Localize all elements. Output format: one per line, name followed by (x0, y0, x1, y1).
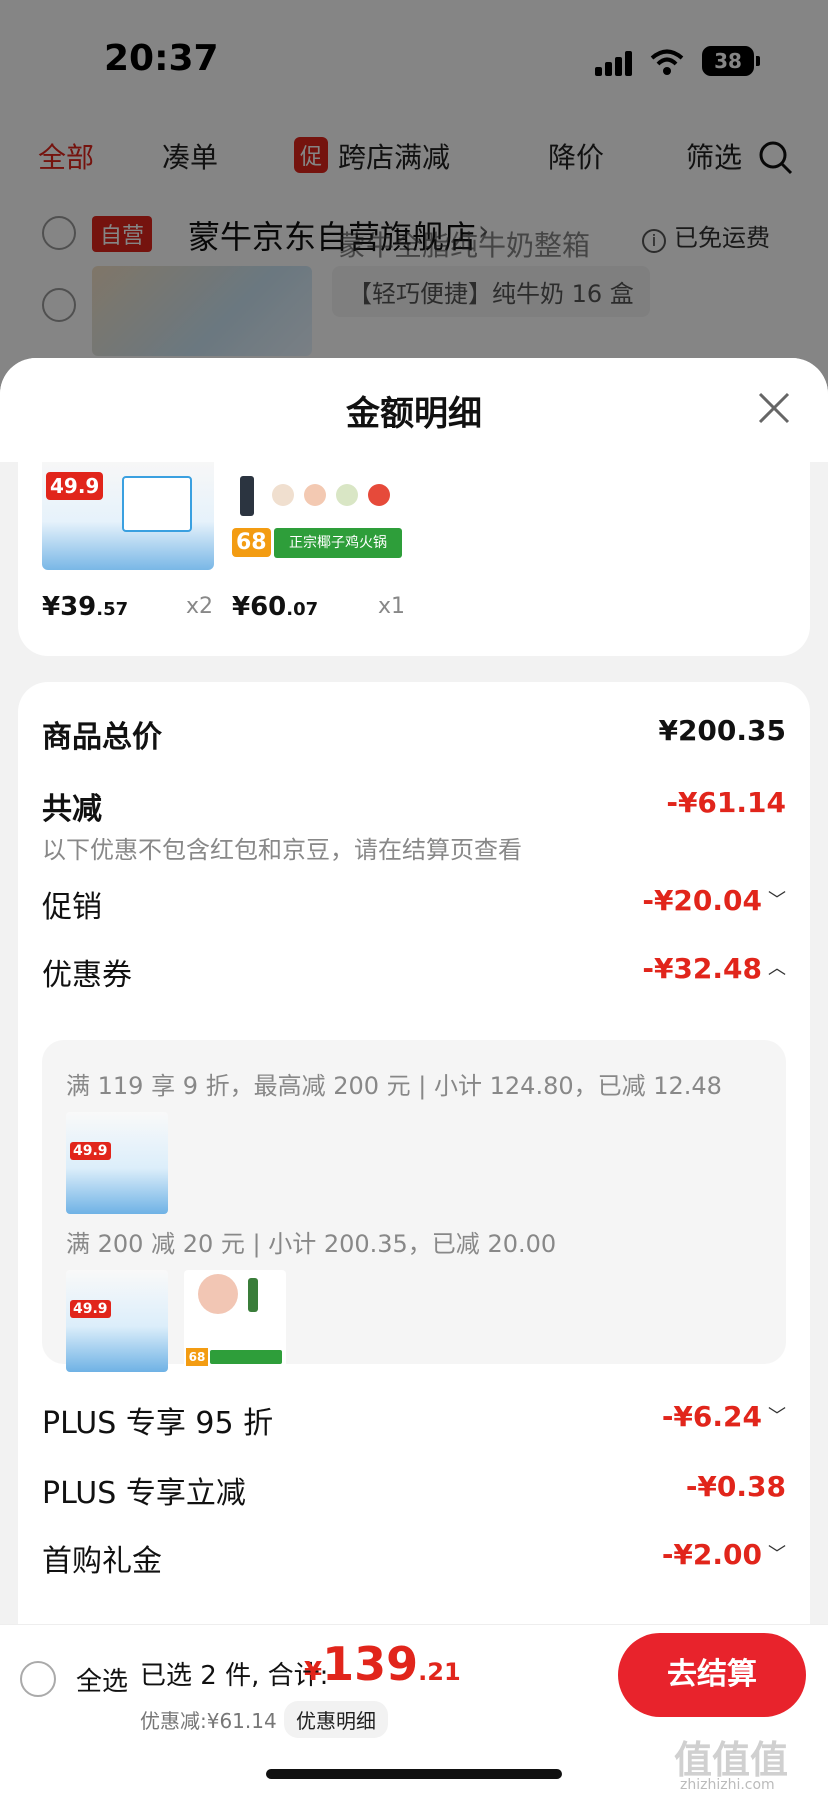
mini-banner (210, 1350, 282, 1364)
mini-price-tag: 49.9 (70, 1142, 111, 1160)
total-int: 139 (322, 1637, 419, 1691)
plus-instant-value: -¥0.38 (685, 1470, 786, 1503)
coupon-detail-box: 满 119 享 9 折，最高减 200 元 | 小计 124.80，已减 12.… (42, 1040, 786, 1372)
sheet-title: 金额明细 (346, 394, 482, 434)
plus-instant-label: PLUS 专享立减 (42, 1476, 246, 1511)
selected-summary: 已选 2 件, 合计: (140, 1661, 329, 1691)
product-image-milk: 49.9 (42, 462, 214, 570)
coupon-product-image: 68 (184, 1270, 286, 1372)
plus-discount-value: -¥6.24 (661, 1400, 762, 1433)
home-indicator[interactable] (266, 1769, 562, 1779)
product-price: ¥60.07 (232, 592, 318, 622)
ingredient-graphic (304, 484, 326, 506)
close-icon[interactable] (756, 390, 792, 426)
coupon-rule: 满 119 享 9 折，最高减 200 元 | 小计 124.80，已减 12.… (66, 1072, 722, 1100)
ingredient-graphic (368, 484, 390, 506)
amount-detail-sheet: 金额明细 49.9 68 正宗椰子鸡火锅 ¥39.57 x2 ¥60.07 x1 (0, 358, 828, 1796)
watermark-url: zhizhizhi.com (680, 1777, 775, 1793)
price-int: ¥39 (42, 592, 97, 622)
select-all-radio[interactable] (20, 1661, 56, 1697)
select-all-label[interactable]: 全选 (76, 1661, 128, 1698)
plus-discount-row-value[interactable]: -¥6.24 ﹀ (662, 1400, 786, 1433)
product-banner: 正宗椰子鸡火锅 (274, 528, 402, 558)
milk-box-graphic (122, 476, 192, 532)
discount-detail-button[interactable]: 优惠明细 (284, 1701, 388, 1738)
dim-overlay[interactable] (0, 0, 828, 420)
reduction-note: 以下优惠不包含红包和京豆，请在结算页查看 (42, 836, 522, 864)
chevron-down-icon[interactable]: ﹀ (768, 1544, 786, 1565)
coupon-product-image: 49.9 (66, 1112, 168, 1214)
chevron-up-icon[interactable]: ︿ (768, 958, 786, 979)
first-gift-label: 首购礼金 (42, 1544, 162, 1579)
product-qty: x1 (378, 594, 406, 619)
price-tag: 49.9 (46, 472, 104, 500)
chevron-down-icon[interactable]: ﹀ (768, 1406, 786, 1427)
products-card: 49.9 68 正宗椰子鸡火锅 ¥39.57 x2 ¥60.07 x1 (18, 462, 810, 656)
chevron-down-icon[interactable]: ﹀ (768, 890, 786, 911)
product-image-hotpot: 68 正宗椰子鸡火锅 (232, 462, 404, 570)
coupon-value: -¥32.48 (642, 952, 762, 985)
reduction-value: -¥61.14 (666, 786, 786, 819)
promo-value: -¥20.04 (642, 884, 762, 917)
coupon-row-value[interactable]: -¥32.48 ︿ (642, 952, 786, 985)
plus-discount-label: PLUS 专享 95 折 (42, 1406, 274, 1441)
promo-label: 促销 (42, 890, 102, 925)
ingredient-graphic (336, 484, 358, 506)
bottle-graphic (248, 1278, 258, 1312)
coupon-rule: 满 200 减 20 元 | 小计 200.35，已减 20.00 (66, 1230, 557, 1258)
first-gift-row-value[interactable]: -¥2.00 ﹀ (662, 1538, 786, 1571)
mini-price-tag: 68 (186, 1348, 208, 1366)
checkout-bar: 全选 已选 2 件, 合计: ¥139.21 优惠减:¥61.14 优惠明细 去… (0, 1624, 828, 1796)
sauce-bottle-graphic (240, 476, 254, 516)
price-tag: 68 (232, 528, 271, 557)
discount-summary: 优惠减:¥61.14 (140, 1709, 277, 1733)
coupon-product-image: 49.9 (66, 1270, 168, 1372)
total-amount: ¥139.21 (304, 1637, 461, 1691)
product-price: ¥39.57 (42, 592, 128, 622)
total-label: 商品总价 (42, 720, 162, 755)
mini-price-tag: 49.9 (70, 1300, 111, 1318)
watermark-logo: 值值值 (674, 1738, 789, 1782)
price-dec: .57 (96, 599, 129, 620)
coupon-label: 优惠券 (42, 958, 132, 993)
total-value: ¥200.35 (658, 714, 786, 747)
price-int: ¥60 (232, 592, 287, 622)
sheet-header: 金额明细 (0, 358, 828, 462)
promo-row-value[interactable]: -¥20.04 ﹀ (642, 884, 786, 917)
first-gift-value: -¥2.00 (661, 1538, 762, 1571)
ingredient-graphic (272, 484, 294, 506)
price-dec: .07 (286, 599, 319, 620)
reduction-label: 共减 (42, 792, 102, 827)
checkout-button[interactable]: 去结算 (618, 1633, 806, 1717)
total-currency: ¥ (304, 1657, 323, 1687)
total-dec: .21 (418, 1658, 461, 1686)
ingredient-graphic (198, 1274, 238, 1314)
product-qty: x2 (186, 594, 214, 619)
